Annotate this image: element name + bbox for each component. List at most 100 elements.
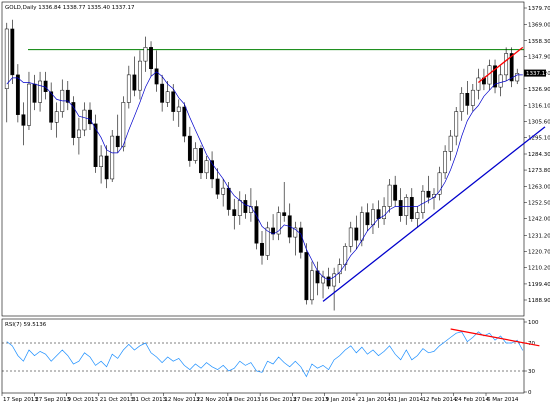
price-y-tick-label: 1316.10 [528, 103, 550, 109]
candle-bullish [443, 151, 448, 174]
chart-window: GOLD,Daily 1336.84 1338.77 1335.40 1337.… [1, 1, 550, 403]
rsi-header: RSI(7) 59.5136 [5, 322, 47, 328]
time-tick-label: 12 Feb 2014 [422, 397, 457, 403]
candle-bullish [371, 209, 375, 226]
time-tick-label: 4 Dec 2013 [229, 397, 261, 403]
candle-bearish [315, 270, 320, 284]
candle-bullish [4, 28, 9, 89]
time-tick-label: 6 Mar 2014 [487, 397, 519, 403]
candle-bearish [182, 106, 187, 137]
price-y-tick-label: 1358.30 [528, 39, 550, 45]
candle-bullish [165, 91, 170, 103]
candle-bullish [343, 246, 348, 265]
candle-bearish [43, 80, 48, 92]
candle-bullish [515, 73, 520, 82]
time-tick-label: 12 Nov 2013 [164, 397, 200, 403]
candle-bearish [154, 68, 159, 85]
candle-bearish [71, 102, 76, 138]
time-tick-label: 9 Oct 2013 [68, 397, 99, 403]
price-y-tick-label: 1263.00 [528, 185, 550, 191]
candle-bullish [76, 129, 81, 138]
candle-bearish [187, 135, 192, 161]
candle-bearish [260, 242, 264, 256]
rsi-y-axis: 10070300 [524, 320, 539, 396]
candle-bearish [215, 178, 220, 195]
candle-bullish [99, 155, 104, 167]
candle-bearish [282, 212, 287, 216]
price-y-tick-label: 1347.90 [528, 55, 550, 61]
candle-bearish [115, 135, 120, 148]
price-y-tick-label: 1188.90 [528, 298, 550, 304]
price-y-tick-label: 1369.00 [528, 22, 550, 28]
candle-bearish [171, 91, 176, 112]
candle-bullish [27, 83, 31, 126]
candle-bullish [121, 102, 126, 148]
candle-bearish [326, 276, 331, 287]
time-tick-label: 17 Sep 2013 [3, 397, 38, 403]
candle-bullish [310, 270, 314, 301]
candle-bearish [243, 200, 248, 213]
candle-bearish [254, 206, 259, 244]
candle-bullish [470, 89, 475, 106]
candle-bullish [382, 206, 386, 219]
candle-bearish [304, 252, 309, 301]
candle-bearish [376, 209, 381, 219]
rsi-y-tick-label: 100 [528, 320, 539, 326]
candle-bearish [104, 155, 109, 180]
candle-bullish [221, 187, 226, 195]
time-tick-label: 31 Jan 2014 [390, 397, 423, 403]
candle-bearish [365, 212, 370, 226]
price-y-axis: 1379.701369.001358.301347.901337.201326.… [524, 6, 550, 304]
candle-bullish [204, 160, 209, 174]
candle-bearish [199, 148, 203, 174]
candle-bearish [226, 187, 231, 210]
candle-bullish [38, 80, 42, 103]
price-y-tick-label: 1305.60 [528, 119, 550, 125]
candle-bullish [420, 190, 425, 213]
candle-bullish [143, 47, 148, 62]
time-tick-label: 24 Feb 2014 [455, 397, 490, 403]
rsi-pane [1, 318, 525, 394]
candle-bearish [426, 190, 431, 198]
rsi-y-tick-label: 30 [528, 369, 535, 375]
time-tick-label: 22 Nov 2013 [197, 397, 233, 403]
price-y-tick-label: 1199.40 [528, 282, 550, 288]
price-y-tick-label: 1284.30 [528, 152, 550, 158]
candle-bearish [232, 209, 237, 216]
price-y-tick-label: 1242.00 [528, 217, 550, 223]
candle-bullish [348, 227, 353, 247]
price-y-tick-label: 1379.70 [528, 6, 550, 12]
candle-bearish [465, 92, 470, 106]
price-y-tick-label: 1220.70 [528, 249, 550, 255]
candle-bullish [248, 206, 253, 213]
current-price-tag: 1337.17 [524, 69, 549, 77]
candle-bullish [237, 200, 242, 216]
candle-bullish [82, 109, 87, 131]
candle-bearish [49, 91, 54, 123]
time-tick-label: 27 Dec 2013 [293, 397, 329, 403]
candle-bullish [359, 212, 364, 241]
time-tick-label: 21 Oct 2013 [100, 397, 135, 403]
candle-bearish [354, 227, 359, 241]
candle-bullish [54, 111, 59, 123]
candle-bullish [387, 184, 392, 207]
candle-bearish [160, 83, 165, 103]
candle-bearish [409, 197, 414, 219]
time-tick-label: 16 Dec 2013 [261, 397, 297, 403]
candle-bullish [504, 53, 509, 76]
price-y-tick-label: 1326.90 [528, 87, 550, 93]
price-tag-label: 1337.17 [526, 71, 549, 77]
price-y-tick-label: 1231.20 [528, 233, 550, 239]
candle-bullish [454, 111, 459, 137]
candle-bearish [132, 74, 137, 91]
candle-bearish [21, 114, 26, 126]
candle-bullish [498, 74, 503, 88]
candle-bearish [393, 184, 398, 201]
candle-bullish [126, 74, 131, 103]
time-tick-label: 9 Jan 2014 [326, 397, 356, 403]
candle-bullish [176, 106, 181, 112]
candle-bullish [476, 77, 481, 91]
price-y-tick-label: 1252.50 [528, 201, 550, 207]
candle-bullish [448, 135, 453, 152]
time-tick-label: 31 Oct 2013 [132, 397, 167, 403]
